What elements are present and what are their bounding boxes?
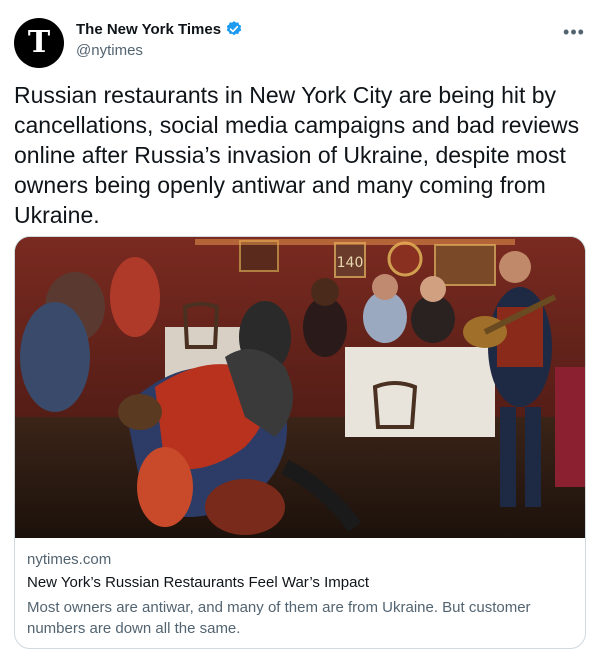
display-name[interactable]: The New York Times [76, 21, 221, 38]
card-domain: nytimes.com [27, 551, 112, 568]
more-options-button[interactable]: ••• [562, 22, 586, 42]
link-card[interactable]: 140 nytimes.com New York’s Russian Resta… [14, 236, 586, 649]
card-description: Most owners are antiwar, and many of the… [27, 599, 531, 637]
tweet-text: Russian restaurants in New York City are… [14, 82, 580, 228]
tweet-header: T The New York Times @nytimes ••• [14, 12, 586, 68]
avatar[interactable]: T [14, 18, 64, 68]
card-title[interactable]: New York’s Russian Restaurants Feel War’… [27, 574, 573, 591]
more-dots-icon: ••• [563, 21, 585, 42]
verified-badge-icon [226, 21, 242, 36]
tweet[interactable]: T The New York Times @nytimes ••• Russia… [0, 0, 600, 650]
card-image[interactable]: 140 [15, 237, 585, 538]
author-names: The New York Times @nytimes [76, 20, 243, 59]
handle[interactable]: @nytimes [76, 42, 243, 59]
nyt-logo: T [27, 25, 51, 60]
display-name-row: The New York Times [76, 20, 243, 38]
card-body: nytimes.com New York’s Russian Restauran… [27, 551, 573, 639]
restaurant-photo: 140 [15, 237, 585, 538]
wall-sign: 140 [337, 255, 364, 271]
